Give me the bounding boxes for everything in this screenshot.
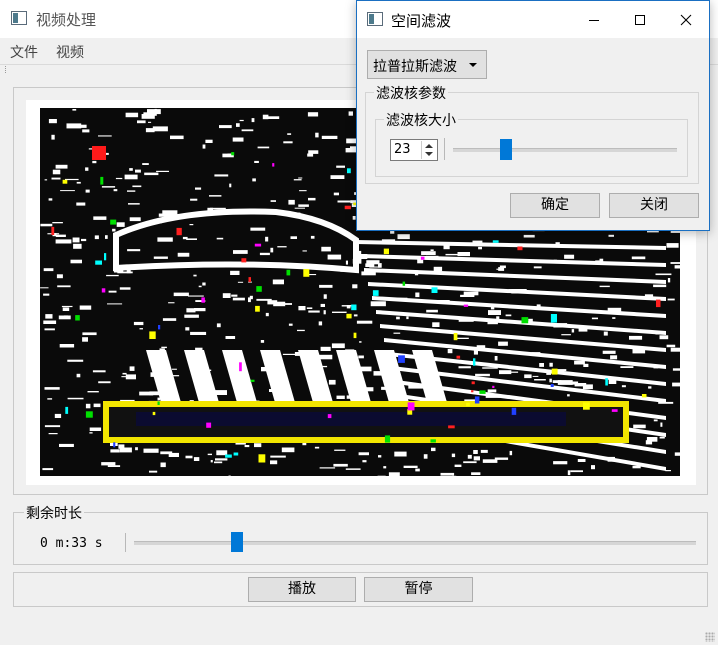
dialog-title-bar[interactable]: 空间滤波 [357,1,709,38]
ok-button[interactable]: 确定 [510,193,600,218]
filter-type-combobox[interactable]: 拉普拉斯滤波 [367,50,487,79]
dialog-title: 空间滤波 [391,12,452,30]
pause-button[interactable]: 暂停 [364,577,473,602]
menu-video[interactable]: 视频 [56,42,84,62]
minimize-button[interactable] [571,1,617,38]
kernel-size-value: 23 [394,142,411,157]
kernel-size-spinbox[interactable]: 23 [390,139,438,161]
remaining-time-group: 剩余时长 [13,503,708,565]
progress-slider-track[interactable] [134,541,696,545]
close-icon [680,14,692,25]
dropdown-arrow-icon [469,63,477,67]
kernel-slider-separator [444,138,445,160]
filter-type-selected: 拉普拉斯滤波 [373,59,457,75]
kernel-size-slider-thumb[interactable] [500,139,512,160]
resize-grip-icon[interactable] [705,632,715,642]
spin-down-icon[interactable] [425,152,433,156]
close-window-button[interactable] [663,1,709,38]
kernel-size-slider-track[interactable] [453,148,677,152]
slider-separator [125,533,126,552]
minimize-icon [589,19,599,21]
spin-up-icon[interactable] [425,144,433,148]
play-button[interactable]: 播放 [248,577,356,602]
progress-slider-thumb[interactable] [231,532,243,552]
playback-controls-group [13,572,708,607]
kernel-params-label: 滤波核参数 [374,83,448,103]
maximize-icon [635,14,645,25]
app-icon [11,11,27,25]
app-icon [367,12,383,26]
maximize-button[interactable] [617,1,663,38]
close-button[interactable]: 关闭 [609,193,699,218]
spin-buttons[interactable] [421,141,436,159]
main-window-title: 视频处理 [36,11,97,29]
remaining-time-value: 0 m:33 s [40,536,103,551]
spatial-filter-dialog: 空间滤波 拉普拉斯滤波 滤波核参数 滤波核大小 23 确定 关闭 [356,0,710,231]
toolbar-grip[interactable] [5,66,9,73]
menu-file[interactable]: 文件 [10,42,38,62]
kernel-size-label: 滤波核大小 [384,110,458,130]
remaining-time-label: 剩余时长 [24,503,84,523]
